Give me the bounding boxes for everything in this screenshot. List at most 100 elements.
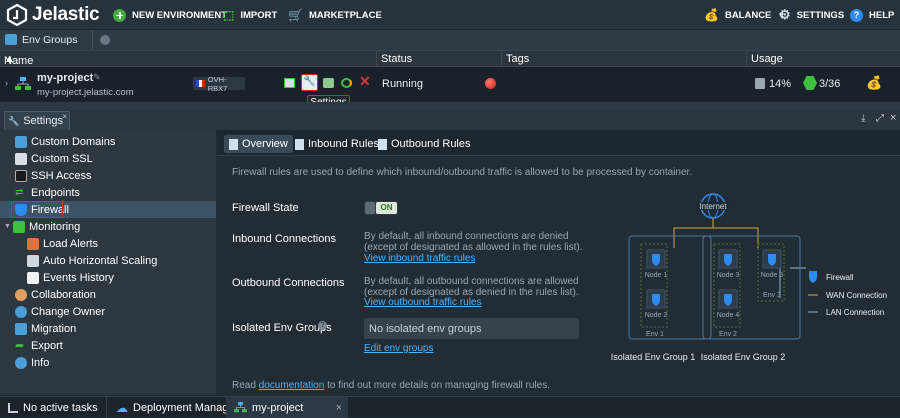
env-2-label: Env 2	[719, 331, 737, 338]
tab-overview[interactable]: Overview	[224, 135, 293, 153]
settings-button[interactable]: ⚙ SETTINGS	[779, 0, 844, 30]
environment-row[interactable]: › my-project ✎ my-project.jelastic.com O…	[0, 67, 900, 110]
close-tab-icon[interactable]: ×	[336, 402, 342, 414]
close-panel-icon[interactable]: ×	[890, 112, 896, 124]
sidebar-item-events-history[interactable]: Events History	[0, 269, 216, 286]
collapse-icon[interactable]: ▼	[4, 223, 11, 230]
env-name[interactable]: my-project	[37, 72, 93, 84]
disk-icon	[755, 78, 765, 89]
endpoints-icon: ⇄	[15, 186, 24, 198]
legend-lan: LAN Connection	[826, 308, 884, 317]
minimize-icon[interactable]: ⤓	[861, 113, 865, 124]
grid-header: Name ▲ Status Tags Usage	[0, 50, 900, 67]
expand-icon[interactable]: ›	[5, 78, 8, 88]
breadcrumb-env-groups[interactable]: Env Groups	[22, 34, 77, 46]
col-tags[interactable]: Tags	[506, 53, 529, 65]
cart-icon: 🛒	[288, 8, 303, 22]
project-tab[interactable]: my-project ×	[226, 397, 348, 418]
toggle-knob	[365, 202, 375, 214]
outbound-icon	[378, 138, 387, 150]
col-status[interactable]: Status	[381, 53, 412, 65]
pin-icon: ✎	[93, 72, 101, 82]
help-button[interactable]: ? HELP ▼	[850, 0, 900, 30]
firewall-diagram: Internet Node 1 Node 2 Env 1 Node 3 Node…	[611, 193, 887, 362]
view-outbound-rules-link[interactable]: View outbound traffic rules	[364, 297, 481, 308]
splitter[interactable]	[0, 102, 900, 110]
tab-outbound-rules[interactable]: Outbound Rules	[373, 135, 476, 153]
monitoring-icon	[12, 220, 25, 233]
import-button[interactable]: ⬚ IMPORT	[223, 0, 277, 30]
statistics-icon[interactable]	[341, 78, 352, 88]
sidebar-item-custom-ssl[interactable]: Custom SSL	[0, 150, 216, 167]
logo[interactable]: Jelastic	[6, 4, 100, 26]
isolated-env-groups-label: Isolated Env Groups	[232, 322, 332, 334]
settings-wrench-button[interactable]: 🔧	[301, 74, 318, 91]
node-1-label: Node 1	[645, 272, 668, 279]
isolated-group-2-box	[702, 235, 801, 340]
marketplace-button[interactable]: 🛒 MARKETPLACE	[288, 0, 382, 30]
node-4-label: Node 4	[717, 312, 740, 319]
sidebar-item-monitoring[interactable]: ▼ Monitoring	[0, 218, 216, 235]
sidebar-item-endpoints[interactable]: ⇄ Endpoints	[0, 184, 216, 201]
add-group-icon[interactable]	[100, 35, 110, 45]
sidebar-item-export[interactable]: ➦ Export	[0, 337, 216, 354]
brand-name: Jelastic	[32, 4, 100, 25]
info-tooltip-icon[interactable]: ?	[318, 321, 327, 330]
document-icon	[27, 271, 39, 284]
outbound-connections-label: Outbound Connections	[232, 277, 345, 289]
balance-button[interactable]: 💰 BALANCE ▼	[704, 0, 785, 30]
settings-sidebar: Custom Domains Custom SSL SSH Access ⇄ En…	[0, 130, 216, 395]
firewall-state-label: Firewall State	[232, 202, 299, 214]
sidebar-item-firewall[interactable]: Firewall	[0, 201, 216, 218]
firewall-tabs: Overview Inbound Rules Outbound Rules	[217, 130, 900, 156]
env-1-label: Env 1	[646, 331, 664, 338]
settings-panel-tab[interactable]: 🔧 Settings ×	[4, 111, 70, 130]
cloudlet-usage: 3/36	[819, 78, 841, 90]
documentation-link[interactable]: documentation	[259, 380, 325, 391]
firewall-intro: Firewall rules are used to define which …	[232, 167, 693, 178]
disk-usage: 14%	[769, 78, 792, 90]
tasks-tab[interactable]: No active tasks	[0, 397, 107, 418]
clone-icon[interactable]	[323, 78, 334, 88]
view-inbound-rules-link[interactable]: View inbound traffic rules	[364, 253, 475, 264]
alert-icon	[27, 237, 39, 250]
close-tab-icon[interactable]: ×	[62, 112, 67, 121]
firewall-state-toggle[interactable]: ON	[364, 201, 398, 215]
sidebar-item-load-alerts[interactable]: Load Alerts	[0, 235, 216, 252]
tab-inbound-rules[interactable]: Inbound Rules	[290, 135, 384, 153]
billing-icon[interactable]: 💰	[866, 75, 882, 91]
legend-firewall: Firewall	[826, 273, 854, 282]
edit-env-groups-link[interactable]: Edit env groups	[364, 343, 434, 354]
col-usage[interactable]: Usage	[751, 53, 783, 65]
open-in-browser-icon[interactable]	[284, 78, 295, 88]
migration-icon	[15, 322, 27, 335]
group-2-label: Isolated Env Group 2	[701, 352, 786, 362]
stop-env-button[interactable]	[485, 78, 496, 89]
sidebar-item-info[interactable]: Info	[0, 354, 216, 371]
jelastic-logo-icon	[6, 4, 28, 26]
sidebar-item-ssh-access[interactable]: SSH Access	[0, 167, 216, 184]
env-status: Running	[382, 78, 423, 90]
sidebar-item-change-owner[interactable]: Change Owner	[0, 303, 216, 320]
help-icon: ?	[850, 8, 863, 22]
wallet-icon: 💰	[704, 8, 719, 22]
group-1-label: Isolated Env Group 1	[611, 352, 696, 362]
isolated-env-groups-field[interactable]: No isolated env groups	[364, 318, 579, 339]
col-divider	[501, 51, 502, 67]
sidebar-item-custom-domains[interactable]: Custom Domains	[0, 133, 216, 150]
delete-icon[interactable]: ✕	[359, 73, 371, 90]
env-domain[interactable]: my-project.jelastic.com	[37, 87, 134, 98]
new-environment-button[interactable]: NEW ENVIRONMENT	[113, 0, 227, 30]
sidebar-item-collaboration[interactable]: Collaboration	[0, 286, 216, 303]
sidebar-item-migration[interactable]: Migration	[0, 320, 216, 337]
internet-label: Internet	[699, 202, 727, 211]
col-name[interactable]: Name ▲	[4, 53, 33, 67]
sidebar-item-auto-horizontal-scaling[interactable]: Auto Horizontal Scaling	[0, 252, 216, 269]
cloudlet-icon	[803, 76, 817, 90]
owner-icon	[15, 305, 27, 318]
environment-icon	[234, 402, 247, 413]
certificate-icon	[15, 152, 27, 165]
maximize-icon[interactable]: ⤢	[876, 113, 884, 124]
breadcrumb: Env Groups	[0, 30, 900, 50]
cloud-icon: ☁	[116, 400, 128, 415]
